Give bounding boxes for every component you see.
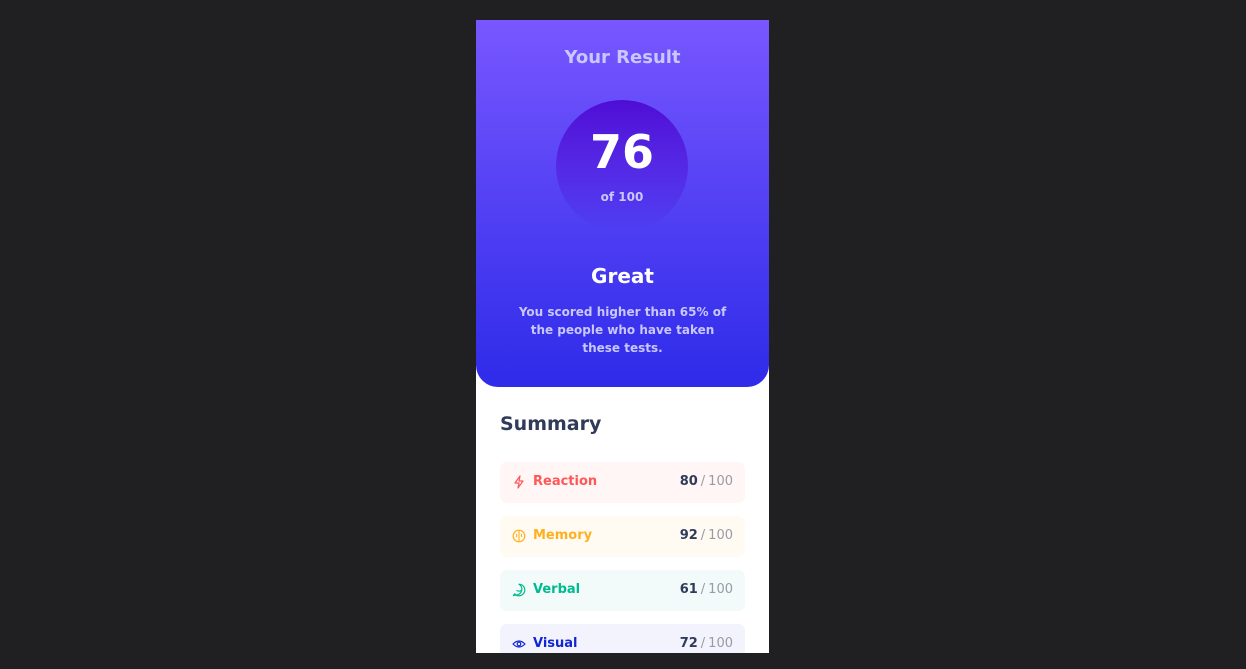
- summary-item-score: 92/100: [680, 528, 733, 543]
- score-separator: /: [700, 582, 706, 597]
- score-circle: 76 of 100: [556, 100, 688, 232]
- score-max: 100: [708, 582, 733, 597]
- summary-item-memory: Memory 92/100: [500, 516, 745, 557]
- score-separator: /: [700, 636, 706, 651]
- score-separator: /: [700, 528, 706, 543]
- score-value: 72: [679, 636, 698, 651]
- score-max: 100: [708, 474, 733, 489]
- results-card: Your Result 76 of 100 Great You scored h…: [476, 20, 769, 653]
- summary-item-label: Memory: [533, 528, 593, 543]
- score-max: 100: [708, 528, 733, 543]
- score-value: 61: [679, 582, 698, 597]
- summary-item-label: Reaction: [533, 474, 598, 489]
- score-separator: /: [700, 474, 706, 489]
- result-title: Your Result: [564, 47, 681, 68]
- score-value: 92: [679, 528, 698, 543]
- score-total: of 100: [600, 190, 644, 204]
- chat-bubble-icon: [512, 583, 526, 597]
- summary-item-reaction: Reaction 80/100: [500, 462, 745, 503]
- eye-icon: [512, 637, 526, 651]
- summary-item-verbal: Verbal 61/100: [500, 570, 745, 611]
- summary-item-score: 61/100: [680, 582, 733, 597]
- score-value: 80: [679, 474, 698, 489]
- score-value: 76: [589, 125, 654, 179]
- summary-item-label: Verbal: [533, 582, 581, 597]
- summary-item-label: Visual: [533, 636, 578, 651]
- brain-icon: [512, 529, 526, 543]
- result-description: You scored higher than 65% of the people…: [518, 305, 727, 355]
- summary-list: Reaction 80/100 Memory 92/100 Verbal 61/…: [500, 462, 745, 653]
- result-panel: Your Result 76 of 100 Great You scored h…: [476, 20, 769, 387]
- score-max: 100: [708, 636, 733, 651]
- rating-label: Great: [591, 264, 654, 288]
- summary-item-score: 80/100: [680, 474, 733, 489]
- summary-title: Summary: [500, 413, 602, 435]
- lightning-icon: [512, 475, 526, 489]
- summary-item-score: 72/100: [680, 636, 733, 651]
- summary-item-visual: Visual 72/100: [500, 624, 745, 653]
